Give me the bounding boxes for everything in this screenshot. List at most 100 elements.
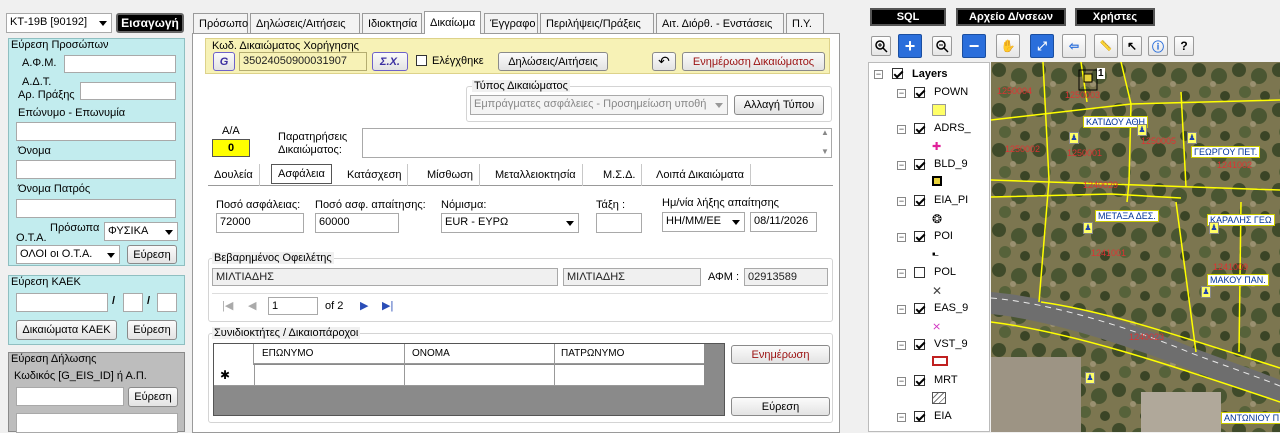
ota-select[interactable]: ΟΛΟΙ οι Ο.Τ.Α.: [16, 245, 120, 264]
full-extent-icon[interactable]: ⤢: [1030, 34, 1054, 58]
nav-last-icon[interactable]: ▶|: [382, 299, 393, 312]
layer-checkbox[interactable]: [914, 159, 925, 170]
zoom-in-plus-icon[interactable]: +: [898, 34, 922, 58]
layer-collapse-icon[interactable]: −: [897, 305, 906, 314]
tab-document[interactable]: Έγγραφο: [484, 13, 538, 33]
checked-checkbox[interactable]: [416, 55, 427, 66]
father-input[interactable]: [16, 199, 176, 218]
poi-marker-icon[interactable]: ♟: [1085, 372, 1095, 384]
poi-marker-icon[interactable]: ♟: [1201, 286, 1211, 298]
parcel-label[interactable]: 1250004: [997, 86, 1032, 96]
tab-declarations[interactable]: Δηλώσεις/Αιτήσεις: [250, 13, 360, 33]
layer-collapse-icon[interactable]: −: [897, 125, 906, 134]
layer-collapse-icon[interactable]: −: [897, 89, 906, 98]
adt-input[interactable]: [80, 82, 176, 100]
layer-checkbox[interactable]: [914, 375, 925, 386]
afm-input[interactable]: [64, 55, 176, 73]
previous-extent-icon[interactable]: ⇦: [1062, 34, 1086, 58]
update-right-button[interactable]: Ενημέρωση Δικαιώματος: [682, 52, 825, 71]
kaek-input-3[interactable]: [157, 293, 177, 312]
kaek-rights-button[interactable]: Δικαιώματα ΚΑΕΚ: [16, 320, 117, 340]
map-canvas[interactable]: 1250004 1250003 1250002 1250001 1250005 12400…: [991, 62, 1280, 432]
archive-button[interactable]: Αρχείο Δ/νσεων: [956, 8, 1066, 26]
coowners-update-button[interactable]: Ενημέρωση: [731, 345, 830, 364]
parcel-label[interactable]: 1241001: [1091, 248, 1126, 258]
layer-name[interactable]: EAS_9: [934, 302, 968, 314]
subtab-msd[interactable]: Μ.Σ.Δ.: [597, 164, 643, 186]
layer-checkbox[interactable]: [914, 87, 925, 98]
col-name[interactable]: ΟΝΟΜΑ: [412, 348, 450, 359]
pan-hand-icon[interactable]: ✋: [996, 34, 1020, 58]
col-surname[interactable]: ΕΠΩΝΥΜΟ: [262, 348, 313, 359]
help-icon[interactable]: ?: [1174, 36, 1194, 56]
kaek-input-2[interactable]: [123, 293, 143, 312]
layer-name[interactable]: POI: [934, 230, 953, 242]
street-label[interactable]: ΜΑΚΟΥ ΠΑΝ.: [1207, 274, 1269, 286]
kaek-input-1[interactable]: [16, 293, 108, 312]
currency-select[interactable]: EUR - ΕΥΡΩ: [441, 213, 579, 233]
layer-name[interactable]: POL: [934, 266, 956, 278]
poi-marker-icon[interactable]: ♟: [1137, 124, 1147, 136]
subtab-seizure[interactable]: Κατάσχεση: [341, 164, 409, 186]
layer-checkbox[interactable]: [914, 267, 925, 278]
layer-name[interactable]: EIA: [934, 410, 952, 422]
right-type-select[interactable]: Εμπράγματες ασφάλειες - Προσημείωση υποθ…: [470, 95, 728, 115]
search-decl-button[interactable]: Εύρεση: [128, 387, 178, 407]
name-input[interactable]: [16, 160, 176, 179]
layers-root-checkbox[interactable]: [892, 68, 903, 79]
layer-collapse-icon[interactable]: −: [897, 413, 906, 422]
tab-summaries[interactable]: Περιλήψεις/Πράξεις: [540, 13, 654, 33]
undo-button[interactable]: ↶: [652, 52, 676, 71]
street-label[interactable]: ΑΝΤΩΝΙΟΥ Π: [1221, 412, 1280, 424]
layer-checkbox[interactable]: [914, 123, 925, 134]
claim-input[interactable]: 60000: [315, 213, 399, 233]
subtab-lease[interactable]: Μίσθωση: [421, 164, 481, 186]
poi-marker-icon[interactable]: ♟: [1209, 222, 1219, 234]
layer-name[interactable]: VST_9: [934, 338, 968, 350]
users-button[interactable]: Χρήστες: [1075, 8, 1155, 26]
subtab-other[interactable]: Λοιπά Δικαιώματα: [650, 164, 751, 186]
coowners-search-button[interactable]: Εύρεση: [731, 397, 830, 416]
parcel-label[interactable]: 1250003: [1065, 90, 1100, 100]
debtor-surname[interactable]: ΜΙΛΤΙΑΔΗΣ: [212, 268, 558, 286]
layer-checkbox[interactable]: [914, 231, 925, 242]
col-father[interactable]: ΠΑΤΡΩΝΥΜΟ: [561, 348, 624, 359]
tab-person[interactable]: Πρόσωπο: [193, 13, 248, 33]
decl-code-input[interactable]: [16, 387, 124, 406]
table-row[interactable]: [214, 365, 704, 386]
amount-input[interactable]: 72000: [216, 213, 304, 233]
poi-marker-icon[interactable]: ♟: [1083, 222, 1093, 234]
notes-scroll-up-icon[interactable]: ▲: [821, 128, 829, 137]
layer-checkbox[interactable]: [914, 411, 925, 422]
notes-scroll-down-icon[interactable]: ▼: [821, 147, 829, 156]
nav-prev-icon[interactable]: ◀: [248, 299, 256, 312]
street-label[interactable]: ΓΕΩΡΓΟΥ ΠΕΤ.: [1191, 146, 1261, 158]
sql-button[interactable]: SQL: [870, 8, 946, 26]
layers-collapse-icon[interactable]: −: [874, 70, 883, 79]
zoom-out-icon[interactable]: [932, 36, 952, 56]
debtor-afm[interactable]: 02913589: [744, 268, 828, 286]
subtab-security[interactable]: Ασφάλεια: [271, 164, 332, 184]
parcel-label[interactable]: 1250001: [1067, 148, 1102, 158]
tab-py[interactable]: Π.Υ.: [786, 13, 824, 33]
subtab-easement[interactable]: Δουλεία: [208, 164, 260, 186]
change-type-button[interactable]: Αλλαγή Τύπου: [734, 95, 824, 115]
parcel-label[interactable]: 1240029: [1083, 180, 1118, 190]
layer-collapse-icon[interactable]: −: [897, 269, 906, 278]
surname-input[interactable]: [16, 122, 176, 141]
layer-collapse-icon[interactable]: −: [897, 233, 906, 242]
due-date-format-select[interactable]: ΗΗ/ΜΜ/ΕΕ: [662, 212, 745, 232]
parcel-label[interactable]: 1240023: [1129, 332, 1164, 342]
declarations-button[interactable]: Δηλώσεις/Αιτήσεις: [498, 52, 608, 71]
tab-corrections[interactable]: Αιτ. Διόρθ. - Ενστάσεις: [656, 13, 784, 33]
nav-page-input[interactable]: 1: [268, 297, 318, 315]
layer-collapse-icon[interactable]: −: [897, 161, 906, 170]
layer-checkbox[interactable]: [914, 339, 925, 350]
info-icon[interactable]: ⓘ: [1148, 36, 1168, 56]
layer-name[interactable]: EIA_PI: [934, 194, 968, 206]
rank-input[interactable]: [596, 213, 642, 233]
parcel-label[interactable]: 1250002: [1005, 144, 1040, 154]
layer-collapse-icon[interactable]: −: [897, 377, 906, 386]
g-button[interactable]: G: [213, 52, 235, 71]
search-kaek-button[interactable]: Εύρεση: [127, 320, 177, 340]
